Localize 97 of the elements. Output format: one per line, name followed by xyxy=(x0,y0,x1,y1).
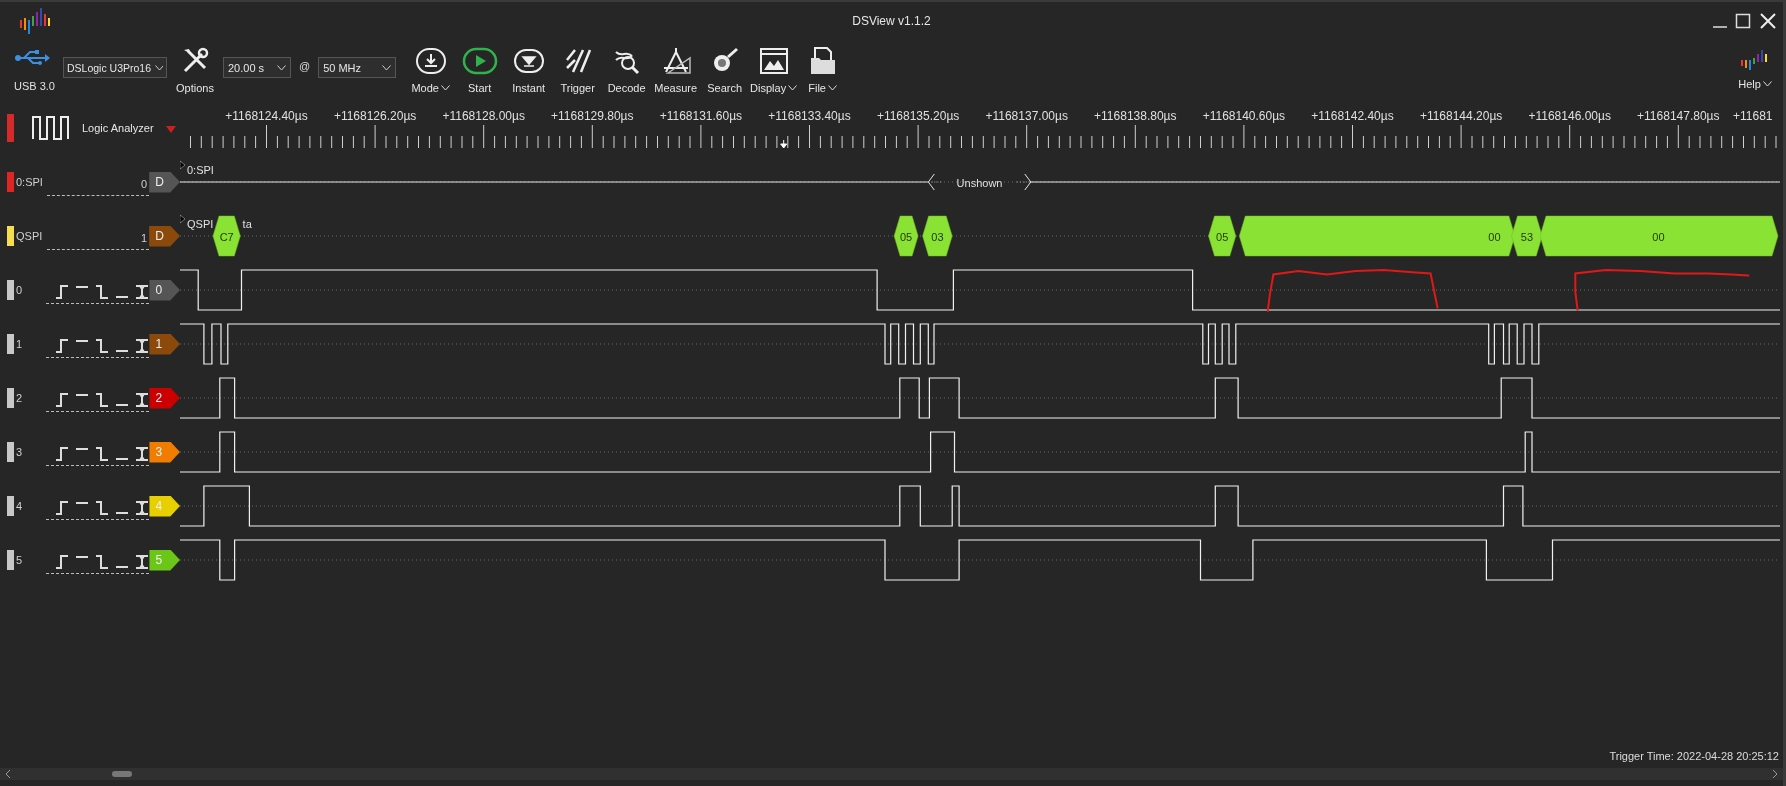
expand-arrow-icon[interactable] xyxy=(180,160,186,170)
time-label: +1168133.40µs xyxy=(768,109,851,123)
download-icon xyxy=(413,46,448,76)
any-edge-icon[interactable] xyxy=(135,392,150,407)
decoded-byte: C7 xyxy=(212,215,241,257)
decoder-label: ta xyxy=(242,218,252,230)
caret-icon xyxy=(155,64,163,71)
decoder-label: 0:SPI xyxy=(187,164,214,176)
start-button[interactable]: Start xyxy=(455,40,505,94)
channel-tag[interactable]: D xyxy=(149,171,180,193)
time-label: +1168128.00µs xyxy=(442,109,525,123)
rising-edge-icon[interactable] xyxy=(55,446,70,461)
time-label: +1168129.80µs xyxy=(551,109,634,123)
time-label: +1168138.80µs xyxy=(1094,109,1177,123)
connection-label: USB 3.0 xyxy=(14,80,55,92)
instant-button[interactable]: Instant xyxy=(504,40,554,94)
time-label: +1168124.40µs xyxy=(225,109,308,123)
decode-button[interactable]: Decode xyxy=(602,40,652,94)
channel-name[interactable]: 2 xyxy=(16,392,47,404)
rising-edge-icon[interactable] xyxy=(55,392,70,407)
time-label: +1168147.80µs xyxy=(1637,109,1720,123)
rising-edge-icon[interactable] xyxy=(55,554,70,569)
maximize-button[interactable] xyxy=(1733,11,1753,31)
rising-edge-icon[interactable] xyxy=(55,338,70,353)
expand-arrow-icon[interactable] xyxy=(180,214,186,224)
channel-tag[interactable]: 0 xyxy=(149,279,180,301)
mode-button[interactable]: Mode xyxy=(406,40,456,94)
search-button[interactable]: Search xyxy=(700,40,750,94)
decoded-byte: 53 xyxy=(1511,215,1543,257)
any-edge-icon[interactable] xyxy=(135,284,150,299)
decoded-byte: 03 xyxy=(922,215,953,257)
caret-icon xyxy=(276,64,286,71)
maximize-icon xyxy=(1735,13,1751,29)
decoder-number: 0 xyxy=(141,177,148,190)
options-button[interactable]: Options xyxy=(174,40,215,94)
trigger-button[interactable]: Trigger xyxy=(553,40,603,94)
close-icon xyxy=(1759,12,1777,30)
sample-rate-select[interactable]: 50 MHz xyxy=(318,57,397,78)
channel-name[interactable]: QSPI xyxy=(16,230,47,242)
usb-icon xyxy=(14,48,50,68)
help-button[interactable]: Help xyxy=(1733,40,1777,90)
time-label: +1168144.20µs xyxy=(1419,109,1503,123)
rising-edge-icon[interactable] xyxy=(55,500,70,515)
play-icon xyxy=(461,46,498,76)
channel-name[interactable]: 4 xyxy=(16,500,47,512)
channel-tag[interactable]: 2 xyxy=(149,387,180,409)
falling-edge-icon[interactable] xyxy=(95,446,110,461)
device-select[interactable]: DSLogic U3Pro16 xyxy=(62,57,167,78)
decoded-byte: 05 xyxy=(1208,215,1237,257)
channel-tag[interactable]: D xyxy=(149,225,180,247)
file-button[interactable]: File xyxy=(798,40,848,94)
channel-tag[interactable]: 1 xyxy=(149,333,180,355)
any-edge-icon[interactable] xyxy=(135,554,150,569)
decoder-label: QSPI xyxy=(187,218,214,230)
square-wave-icon xyxy=(32,114,72,141)
channel-name[interactable]: 1 xyxy=(16,338,47,350)
decoder-number: 1 xyxy=(141,231,148,244)
falling-edge-icon[interactable] xyxy=(95,500,110,515)
bars-logo-icon xyxy=(18,6,52,34)
falling-edge-icon[interactable] xyxy=(95,554,110,569)
channel-name[interactable]: 3 xyxy=(16,446,47,458)
channel-name[interactable]: 0:SPI xyxy=(16,176,47,188)
scroll-right-icon[interactable] xyxy=(1771,769,1779,779)
time-label: +1168140.60µs xyxy=(1202,109,1286,123)
any-edge-icon[interactable] xyxy=(135,500,150,515)
falling-edge-icon[interactable] xyxy=(95,284,110,299)
scroll-left-icon[interactable] xyxy=(4,769,12,779)
trigger-time: Trigger Time: 2022-04-28 20:25:12 xyxy=(1609,750,1779,764)
unshown-annotation: Unshown xyxy=(927,173,1032,191)
picture-window-icon xyxy=(758,46,789,76)
duration-select[interactable]: 20.00 s xyxy=(222,57,291,78)
time-label: +1168126.20µs xyxy=(333,109,417,123)
time-label: +1168137.00µs xyxy=(985,109,1068,123)
minimize-icon xyxy=(1713,26,1727,28)
time-label: +1168131.60µs xyxy=(659,109,743,123)
time-label: +1168135.20µs xyxy=(876,109,960,123)
falling-edge-icon[interactable] xyxy=(95,392,110,407)
dropdown-triangle-icon[interactable] xyxy=(166,126,176,133)
time-label: +11681 xyxy=(1733,109,1773,123)
horizontal-scrollbar[interactable] xyxy=(0,768,1783,780)
any-edge-icon[interactable] xyxy=(135,446,150,461)
at-label: @ xyxy=(298,60,311,72)
scrollbar-thumb[interactable] xyxy=(112,771,132,777)
display-button[interactable]: Display xyxy=(749,40,799,94)
falling-edge-icon[interactable] xyxy=(95,338,110,353)
channel-name[interactable]: 0 xyxy=(16,284,47,296)
decoded-byte: 05 xyxy=(893,215,919,257)
mode-label: Logic Analyzer xyxy=(82,121,154,134)
window-title: DSView v1.1.2 xyxy=(852,14,931,28)
caret-icon xyxy=(382,64,392,71)
channel-name[interactable]: 5 xyxy=(16,554,47,566)
time-label: +1168146.00µs xyxy=(1528,109,1611,123)
time-label: +1168142.40µs xyxy=(1311,109,1394,123)
measure-button[interactable]: Measure xyxy=(651,40,701,94)
rising-edge-icon[interactable] xyxy=(55,284,70,299)
trigger-marker-icon xyxy=(780,139,788,149)
any-edge-icon[interactable] xyxy=(135,338,150,353)
